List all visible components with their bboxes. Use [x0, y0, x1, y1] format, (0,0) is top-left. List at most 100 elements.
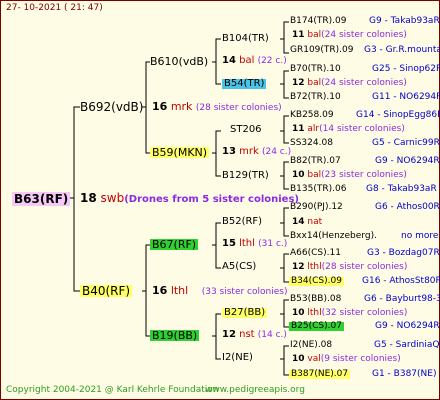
gen4-topid-3: G14 - SinopEgg86R — [356, 110, 440, 120]
gen4-bot-6[interactable]: B34(CS).09 — [289, 277, 344, 286]
gen2-info-3: 15 lthl (31 c.) — [222, 239, 287, 249]
gen2-queen-2[interactable]: B59(MKN) — [150, 147, 210, 158]
gen4-tag-1: bal — [307, 30, 322, 40]
gen4-bot-3[interactable]: SS324.08 — [290, 139, 333, 148]
root-tag: swb — [100, 191, 125, 205]
gen4-top-6[interactable]: A66(CS).11 — [290, 249, 341, 258]
gen4-note-2: (24 sister colonies) — [321, 78, 407, 88]
gen4-topid-7: G6 - Bayburt98-3 — [364, 294, 440, 304]
gen1-note-2: (33 sister colonies) — [201, 287, 288, 297]
gen4-topid-2: G25 - Sinop62R — [372, 64, 440, 74]
gen4-top-3[interactable]: KB258.09 — [290, 111, 334, 120]
gen2-tag-3: lthl — [239, 238, 255, 249]
gen2-note-4: (14 c.) — [257, 330, 287, 340]
gen4-note-1: (24 sister colonies) — [321, 30, 407, 40]
gen4-count-3: 11 — [292, 124, 305, 134]
gen2-count-1: 14 — [222, 55, 236, 66]
gen4-tag-3: alr — [307, 124, 320, 134]
gen1-note-1: (28 sister colonies) — [195, 103, 282, 113]
gen4-top-5[interactable]: B290(PJ).12 — [290, 203, 343, 212]
gen2-note-3: (31 c.) — [258, 239, 288, 249]
gen4-botid-1: G3 - Gr.R.mounta — [364, 45, 440, 55]
gen2-info-2: 13 mrk (24 c.) — [222, 147, 291, 157]
gen4-note-8: (9 sister colonies) — [320, 354, 401, 364]
gen2-note-1: (22 c.) — [257, 56, 287, 66]
gen4-tag-7: lthl — [307, 308, 322, 318]
gen2-queen-3[interactable]: B67(RF) — [150, 239, 199, 250]
gen1-count-2: 16 — [152, 284, 168, 297]
gen4-tag-5: nat — [307, 217, 323, 227]
gen2-queen-1[interactable]: B610(vdB) — [150, 56, 208, 67]
gen4-tag-2: bal — [307, 78, 322, 88]
gen2-note-2: (24 c.) — [261, 147, 292, 157]
gen4-count-4: 10 — [292, 170, 305, 180]
gen3-queen-4[interactable]: B129(TR) — [222, 171, 269, 181]
gen4-mid-8: 10 val(9 sister colonies) — [292, 355, 401, 364]
root-info: 18 swb(Drones from 5 sister colonies) — [80, 192, 299, 205]
gen4-mid-4: 10 bal(23 sister colonies) — [292, 171, 407, 180]
gen3-queen-7[interactable]: B27(BB) — [222, 308, 268, 318]
gen4-botid-6: G16 - AthosSt80R — [362, 276, 440, 286]
gen4-mid-3: 11 alr(14 sister colonies) — [292, 125, 405, 134]
gen2-tag-1: bal — [239, 55, 255, 66]
gen1-queen-1[interactable]: B692(vdB) — [80, 101, 143, 113]
gen4-count-7: 10 — [292, 308, 305, 318]
gen4-botid-3: G5 - Carnic99R — [372, 138, 440, 148]
gen4-top-7[interactable]: B53(BB).08 — [290, 295, 341, 304]
gen1-tag-2: lthl — [170, 284, 189, 297]
gen3-queen-5[interactable]: B52(RF) — [222, 217, 262, 227]
gen4-top-4[interactable]: B82(TR).07 — [290, 157, 341, 166]
gen4-botid-7: G9 - NO6294R — [375, 321, 440, 331]
gen4-count-2: 12 — [292, 78, 305, 88]
root-note: (Drones from 5 sister colonies) — [124, 194, 299, 205]
gen2-queen-4[interactable]: B19(BB) — [150, 330, 200, 341]
gen2-info-4: 12 nst (14 c.) — [222, 330, 287, 340]
root-queen[interactable]: B63(RF) — [12, 192, 71, 206]
gen4-mid-7: 10 lthl(32 sister colonies) — [292, 309, 407, 318]
gen4-count-8: 10 — [292, 354, 305, 364]
gen4-topid-1: G9 - Takab93aR — [369, 16, 440, 26]
gen4-top-1[interactable]: B174(TR).09 — [290, 17, 346, 26]
gen4-bot-5[interactable]: Bxx14(Henzeberg). — [290, 232, 377, 241]
gen4-note-3: (14 sister colonies) — [319, 124, 405, 134]
gen4-bot-7[interactable]: B25(CS).07 — [289, 322, 344, 331]
gen2-count-3: 15 — [222, 238, 236, 249]
gen4-top-8[interactable]: I2(NE).08 — [290, 341, 332, 350]
gen4-mid-2: 12 bal(24 sister colonies) — [292, 79, 407, 88]
gen4-botid-8: G1 - B387(NE) — [372, 369, 437, 379]
gen4-bot-2[interactable]: B72(TR).10 — [290, 93, 341, 102]
gen3-queen-8[interactable]: I2(NE) — [222, 353, 253, 363]
gen4-note-6: (28 sister colonies) — [321, 262, 408, 272]
gen4-bot-8[interactable]: B387(NE).07 — [289, 370, 351, 379]
gen4-count-1: 11 — [292, 30, 305, 40]
gen1-queen-2[interactable]: B40(RF) — [80, 285, 133, 297]
gen2-count-4: 12 — [222, 329, 236, 340]
site-link[interactable]: www.pedigreeapis.org — [205, 386, 305, 395]
gen4-top-2[interactable]: B70(TR).10 — [290, 65, 341, 74]
gen4-mid-1: 11 bal(24 sister colonies) — [292, 31, 407, 40]
gen4-botid-5: no more — [401, 231, 439, 241]
gen1-count-1: 16 — [152, 100, 168, 113]
gen1-tag-1: mrk — [170, 100, 193, 113]
gen4-topid-5: G6 - Athos00R — [375, 202, 440, 212]
gen4-count-6: 12 — [292, 262, 305, 272]
gen3-queen-2[interactable]: B54(TR) — [222, 79, 267, 89]
gen3-queen-6[interactable]: A5(CS) — [222, 262, 256, 272]
gen4-topid-8: G5 - SardiniaQ — [374, 340, 440, 350]
gen4-tag-4: bal — [307, 170, 322, 180]
gen4-note-7: (32 sister colonies) — [321, 308, 408, 318]
gen3-queen-3[interactable]: ST206 — [230, 125, 262, 135]
gen4-topid-6: G3 - Bozdag07R — [367, 248, 440, 258]
gen4-mid-5: 14 nat — [292, 218, 322, 227]
gen4-count-5: 14 — [292, 217, 305, 227]
gen4-bot-4[interactable]: B135(TR).06 — [290, 185, 346, 194]
gen2-count-2: 13 — [222, 146, 236, 157]
gen1-info-2: 16 lthl (33 sister colonies) — [152, 285, 287, 297]
copyright: Copyright 2004-2021 @ Karl Kehrle Founda… — [6, 385, 219, 395]
gen4-bot-1[interactable]: GR109(TR).09 — [290, 46, 354, 55]
gen4-mid-6: 12 lthl(28 sister colonies) — [292, 263, 407, 272]
gen4-botid-4: G8 - Takab93aR — [366, 184, 437, 194]
gen4-topid-4: G9 - NO6294R — [375, 156, 440, 166]
gen3-queen-1[interactable]: B104(TR) — [222, 34, 269, 44]
timestamp: 27- 10-2021 ( 21: 47) — [6, 3, 103, 13]
